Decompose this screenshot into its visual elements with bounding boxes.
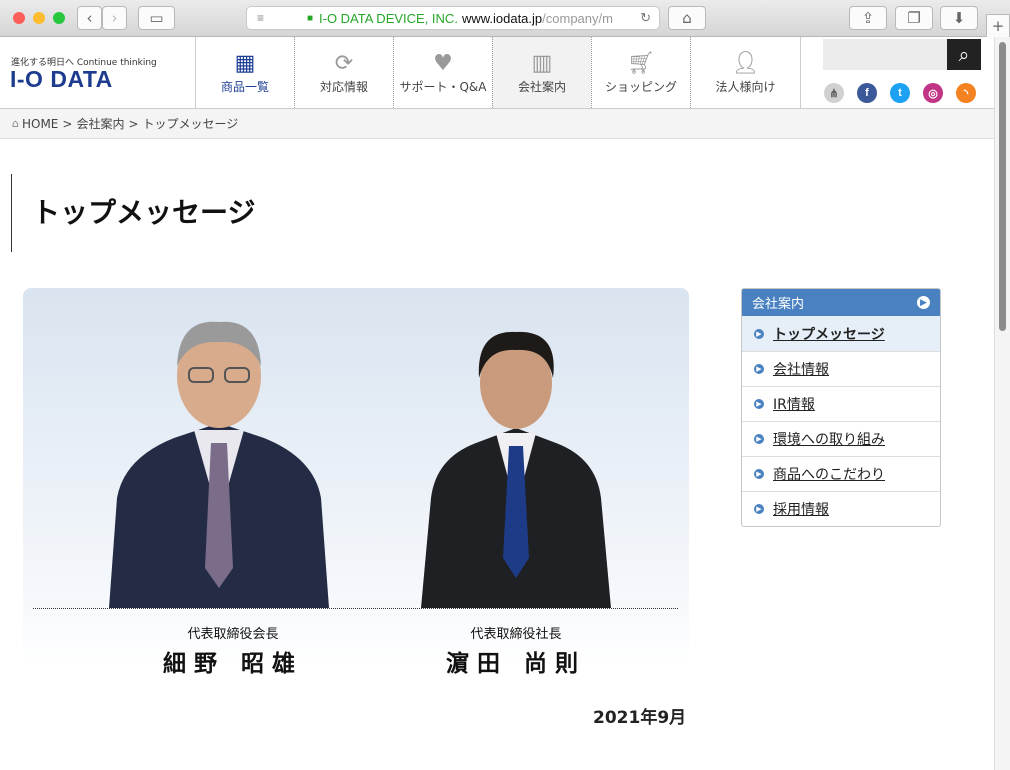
chairman-name: 細野 昭雄 <box>162 650 303 677</box>
breadcrumb: ⌂ HOME > 会社案内 > トップメッセージ <box>0 108 994 139</box>
nav-label: 対応情報 <box>319 80 368 94</box>
person-icon: 👤︎ <box>731 51 760 76</box>
chairman-caption: 代表取締役会長 細野 昭雄 <box>133 623 333 678</box>
facebook-icon[interactable]: f <box>857 83 877 103</box>
sidebar-heading-label: 会社案内 <box>752 297 805 312</box>
tabs-button[interactable]: ❐ <box>895 6 933 30</box>
browser-toolbar: ‹ › ▭ ≡ ■ I-O DATA DEVICE, INC. www.ioda… <box>0 0 1010 37</box>
sidebar-item-label: 環境への取り組み <box>773 432 885 448</box>
cart-icon: 🛒︎ <box>627 51 655 76</box>
vertical-scrollbar[interactable] <box>994 37 1010 770</box>
refresh-icon: ⟳ <box>334 51 354 76</box>
breadcrumb-separator: > <box>128 116 139 131</box>
reader-icon[interactable]: ≡ <box>257 11 264 25</box>
nav-label: ショッピング <box>604 80 677 94</box>
breadcrumb-separator: > <box>62 116 73 131</box>
arrow-right-icon: ▶ <box>754 328 764 339</box>
grid-icon: ▦ <box>234 51 256 76</box>
president-role: 代表取締役社長 <box>470 627 562 642</box>
instagram-icon[interactable]: ◎ <box>923 83 943 103</box>
sidebar-item-company-info[interactable]: ▶ 会社情報 <box>742 351 940 386</box>
hero-divider <box>33 608 678 609</box>
sidebar-item-label: トップメッセージ <box>773 326 885 343</box>
home-button[interactable]: ⌂ <box>668 6 706 30</box>
search-icon: ⌕ <box>958 43 970 66</box>
sidebar-item-label: 商品へのこだわり <box>773 467 885 483</box>
sidebar-toggle-button[interactable]: ▭ <box>138 6 175 30</box>
nav-label: サポート・Q&A <box>399 80 487 94</box>
nav-business[interactable]: 👤︎ 法人様向け <box>690 37 801 108</box>
webpage: 進化する明日へ Continue thinking I-O DATA ▦ 商品一… <box>0 37 994 770</box>
arrow-right-icon: ▶ <box>754 364 764 374</box>
president-caption: 代表取締役社長 濵田 尚則 <box>416 623 616 678</box>
site-logo[interactable]: I-O DATA <box>10 66 113 93</box>
main-nav: ▦ 商品一覧 ⟳ 対応情報 ♥ サポート・Q&A ▥ 会社案内 🛒︎ ショッピン… <box>195 37 801 108</box>
address-bar[interactable]: ≡ ■ I-O DATA DEVICE, INC. www.iodata.jp /… <box>246 6 660 30</box>
message-date: 2021年9月 <box>593 708 687 728</box>
company-sidebar: 会社案内 ▶ ▶ トップメッセージ ▶ 会社情報 ▶ IR情報 ▶ 環境への取り組み ▶… <box>741 288 941 527</box>
nav-label: 商品一覧 <box>220 80 269 94</box>
site-header: 進化する明日へ Continue thinking I-O DATA ▦ 商品一… <box>0 37 994 108</box>
sidebar-item-environment[interactable]: ▶ 環境への取り組み <box>742 421 940 456</box>
sidebar-item-label: 採用情報 <box>773 502 829 518</box>
close-window-button[interactable] <box>13 12 25 24</box>
nav-label: 会社案内 <box>517 80 566 94</box>
arrow-right-icon: ▶ <box>754 469 764 479</box>
nav-company[interactable]: ▥ 会社案内 <box>492 37 591 108</box>
arrow-right-icon: ▶ <box>917 296 930 309</box>
sidebar-item-product-commitment[interactable]: ▶ 商品へのこだわり <box>742 456 940 491</box>
nav-support[interactable]: ♥ サポート・Q&A <box>393 37 492 108</box>
zoom-window-button[interactable] <box>53 12 65 24</box>
downloads-button[interactable]: ⬇ <box>940 6 978 30</box>
search-button[interactable]: ⌕ <box>947 39 981 70</box>
sidebar-heading[interactable]: 会社案内 ▶ <box>742 289 940 316</box>
arrow-right-icon: ▶ <box>754 434 764 444</box>
breadcrumb-home[interactable]: HOME <box>22 117 58 131</box>
sidebar-item-label: 会社情報 <box>773 362 829 378</box>
sidebar-item-top-message[interactable]: ▶ トップメッセージ <box>742 316 940 351</box>
sidebar-item-recruit[interactable]: ▶ 採用情報 <box>742 491 940 526</box>
breadcrumb-current: トップメッセージ <box>142 117 239 131</box>
scrollbar-thumb[interactable] <box>999 42 1006 331</box>
arrow-right-icon: ▶ <box>754 504 764 514</box>
minimize-window-button[interactable] <box>33 12 45 24</box>
sidebar-item-label: IR情報 <box>773 397 815 413</box>
arrow-right-icon: ▶ <box>754 399 764 409</box>
nav-label: 法人様向け <box>715 80 776 94</box>
rss-icon[interactable]: ◝ <box>956 83 976 103</box>
building-icon: ▥ <box>531 51 553 76</box>
url-domain: www.iodata.jp <box>461 10 543 26</box>
president-portrait <box>421 331 611 608</box>
nav-compatibility[interactable]: ⟳ 対応情報 <box>294 37 393 108</box>
share-button[interactable]: ⇪ <box>849 6 887 30</box>
reload-icon[interactable]: ↻ <box>640 10 651 26</box>
nav-shopping[interactable]: 🛒︎ ショッピング <box>591 37 690 108</box>
url-path: /company/m <box>542 10 613 26</box>
page-title: トップメッセージ <box>11 174 255 252</box>
president-name: 濵田 尚則 <box>445 650 586 677</box>
chairman-portrait <box>109 321 329 608</box>
executives-photo: 代表取締役会長 細野 昭雄 代表取締役社長 濵田 尚則 <box>23 288 689 677</box>
forward-button[interactable]: › <box>102 6 127 30</box>
search-input[interactable] <box>823 39 948 70</box>
heart-icon: ♥ <box>433 51 453 76</box>
back-button[interactable]: ‹ <box>77 6 102 30</box>
sitemap-icon[interactable]: ⋔ <box>824 83 844 103</box>
home-icon: ⌂ <box>12 117 19 130</box>
lock-icon: ■ <box>307 12 314 24</box>
nav-products[interactable]: ▦ 商品一覧 <box>195 37 294 108</box>
breadcrumb-company[interactable]: 会社案内 <box>76 115 124 132</box>
sidebar-item-ir[interactable]: ▶ IR情報 <box>742 386 940 421</box>
url-organization: I-O DATA DEVICE, INC. <box>319 10 458 26</box>
new-tab-button[interactable]: + <box>986 14 1010 37</box>
chairman-role: 代表取締役会長 <box>187 627 279 642</box>
twitter-icon[interactable]: t <box>890 83 910 103</box>
